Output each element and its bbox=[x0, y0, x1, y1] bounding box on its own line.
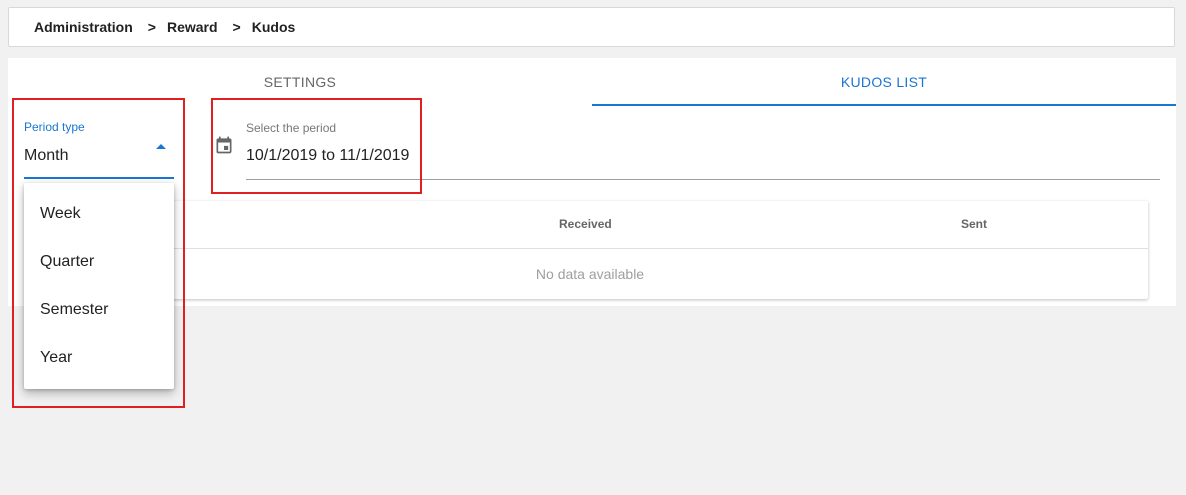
period-date-underline bbox=[246, 179, 1160, 180]
period-date-label: Select the period bbox=[246, 121, 337, 135]
period-type-select[interactable]: Period type Month bbox=[24, 117, 174, 179]
breadcrumb-item-kudos: Kudos bbox=[251, 19, 296, 35]
breadcrumb-separator: > bbox=[232, 19, 241, 35]
column-header-received[interactable]: Received bbox=[559, 217, 612, 231]
column-header-sent[interactable]: Sent bbox=[961, 217, 987, 231]
period-type-label: Period type bbox=[24, 120, 85, 134]
calendar-icon[interactable] bbox=[214, 135, 234, 155]
period-type-underline bbox=[24, 177, 174, 179]
breadcrumb-separator: > bbox=[147, 19, 156, 35]
breadcrumb-item-administration[interactable]: Administration bbox=[34, 19, 133, 35]
caret-up-icon[interactable] bbox=[156, 144, 166, 149]
active-tab-indicator bbox=[592, 104, 1176, 106]
tab-settings[interactable]: SETTINGS bbox=[8, 58, 592, 106]
tab-kudos-list[interactable]: KUDOS LIST bbox=[592, 58, 1176, 106]
menu-item-year[interactable]: Year bbox=[24, 334, 174, 382]
table-header: Received Sent bbox=[32, 201, 1148, 249]
menu-item-semester[interactable]: Semester bbox=[24, 286, 174, 334]
menu-item-quarter[interactable]: Quarter bbox=[24, 238, 174, 286]
breadcrumb: Administration > Reward > Kudos bbox=[8, 7, 1175, 47]
period-date-value[interactable]: 10/1/2019 to 11/1/2019 bbox=[246, 147, 409, 165]
period-type-value[interactable]: Month bbox=[24, 147, 68, 165]
period-date-field[interactable]: Select the period 10/1/2019 to 11/1/2019 bbox=[214, 117, 1160, 181]
menu-item-week[interactable]: Week bbox=[24, 190, 174, 238]
kudos-table: Received Sent No data available bbox=[32, 201, 1148, 299]
tab-bar: SETTINGS KUDOS LIST bbox=[8, 58, 1176, 106]
empty-state-text: No data available bbox=[535, 266, 645, 282]
kudos-admin-card: SETTINGS KUDOS LIST Period type Month Se… bbox=[8, 58, 1176, 306]
period-type-dropdown-menu: Week Quarter Semester Year bbox=[24, 183, 174, 389]
breadcrumb-item-reward[interactable]: Reward bbox=[167, 19, 218, 35]
